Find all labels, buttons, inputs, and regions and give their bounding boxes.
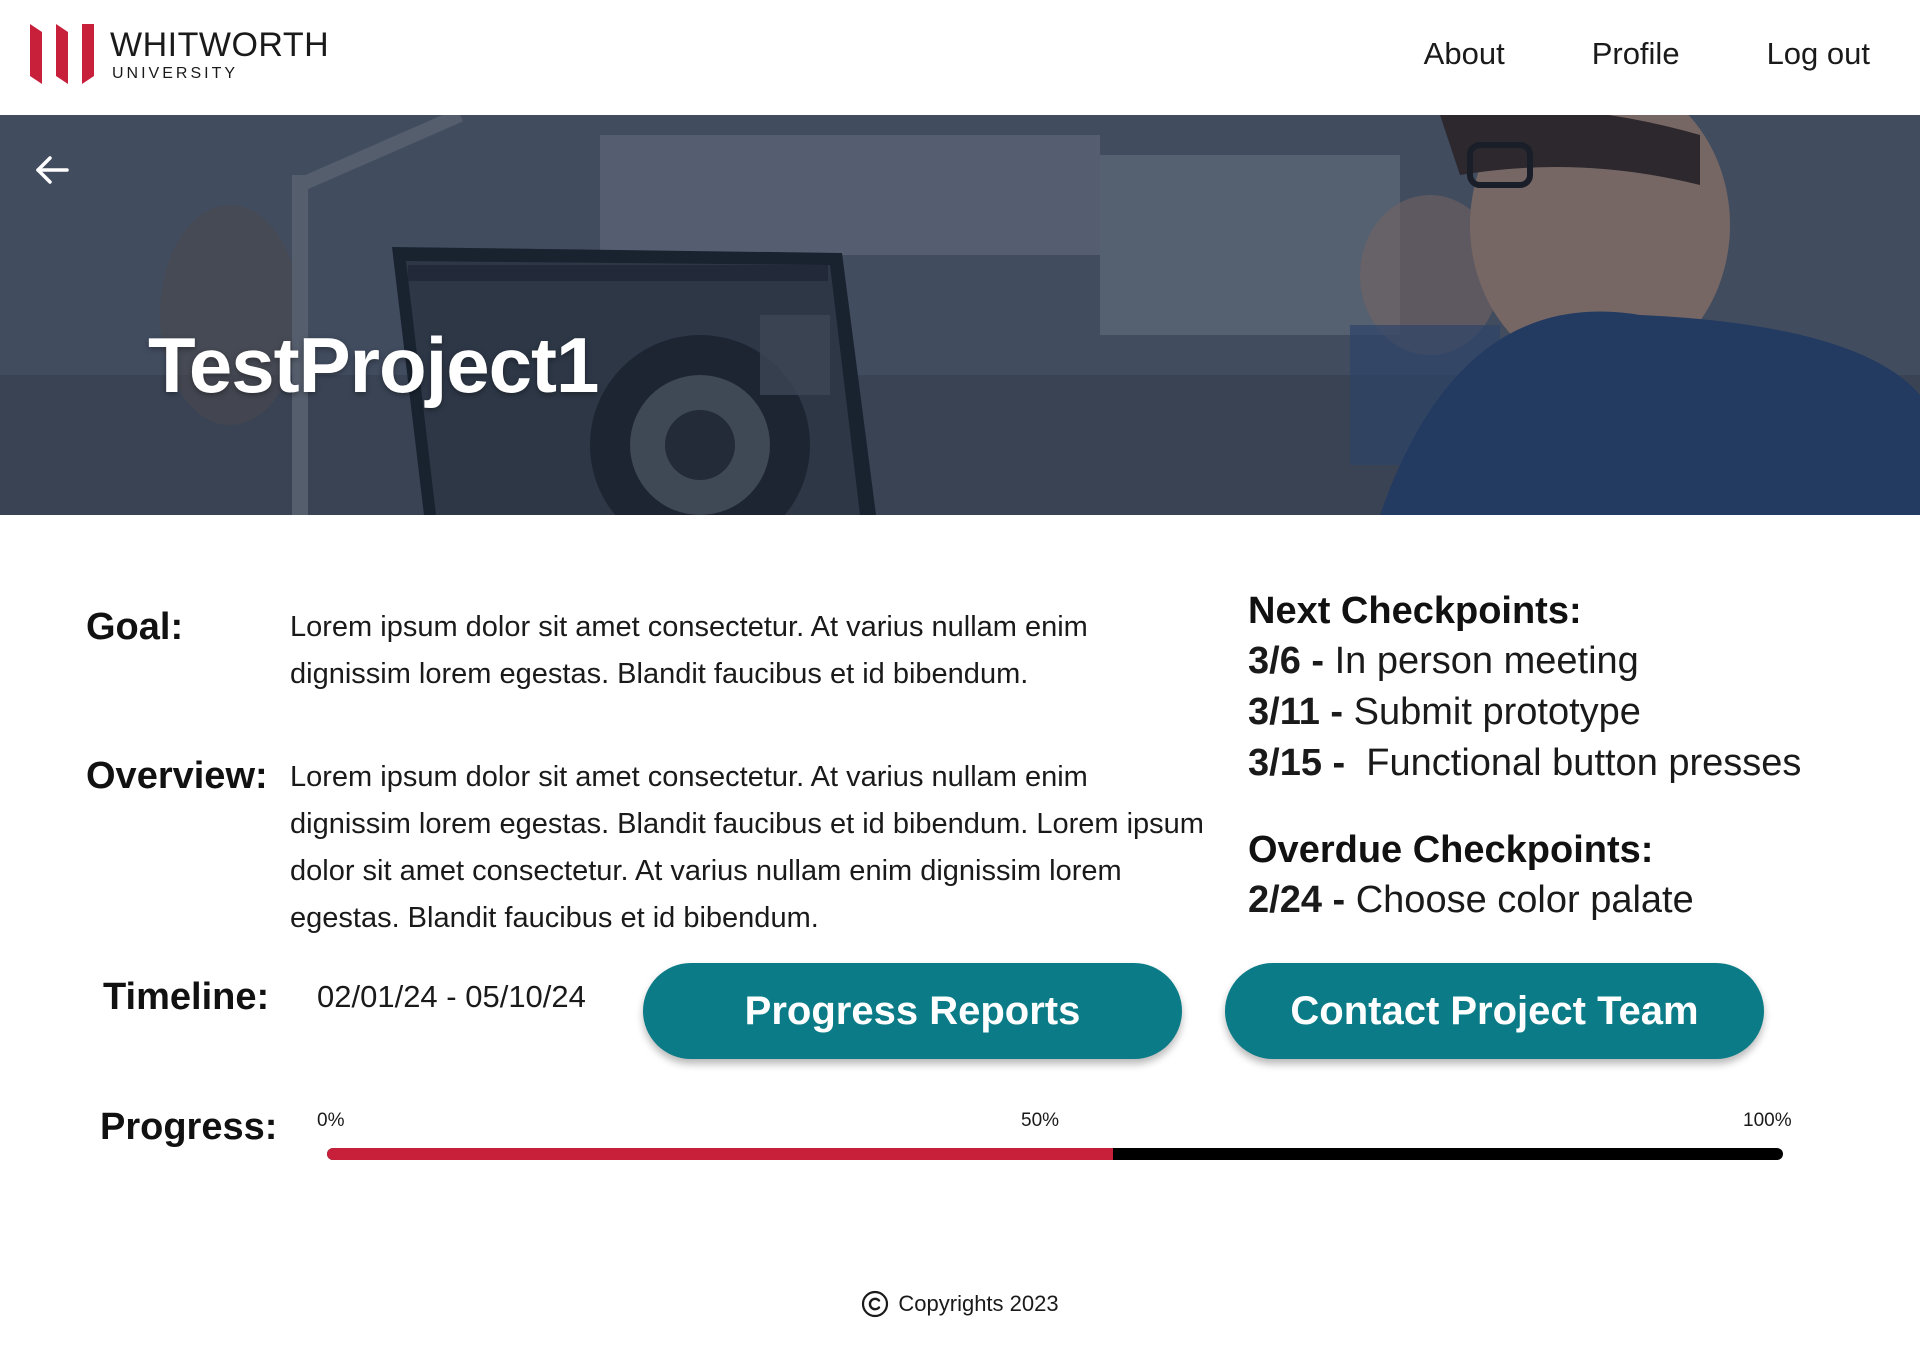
nav-links: About Profile Log out: [1337, 36, 1870, 72]
checkpoint-date: 3/11 -: [1248, 691, 1354, 733]
overdue-checkpoint-item: 2/24 - Choose color palate: [1248, 875, 1898, 926]
footer: Copyrights 2023: [0, 1290, 1920, 1318]
checkpoints-panel: Next Checkpoints: 3/6 - In person meetin…: [1248, 586, 1898, 926]
timeline-value: 02/01/24 - 05/10/24: [317, 979, 586, 1014]
goal-label: Goal:: [86, 606, 184, 648]
checkpoint-text: Submit prototype: [1353, 691, 1641, 733]
progress-label: Progress:: [100, 1106, 278, 1148]
project-title: TestProject1: [148, 321, 599, 409]
checkpoint-spacer: [1248, 789, 1898, 825]
hero-banner: TestProject1: [0, 115, 1920, 515]
hero-overlay: [0, 115, 1920, 515]
nav-about-link[interactable]: About: [1424, 36, 1505, 72]
logo-subtitle: UNIVERSITY: [112, 65, 239, 82]
checkpoint-item: 3/6 - In person meeting: [1248, 636, 1898, 687]
next-checkpoints-heading: Next Checkpoints:: [1248, 590, 1582, 632]
checkpoint-date: 3/15 -: [1248, 742, 1356, 784]
checkpoint-item: 3/15 - Functional button presses: [1248, 738, 1898, 789]
progress-tick-100: 100%: [1743, 1110, 1792, 1131]
copyright-icon: [862, 1290, 889, 1318]
nav-logout-link[interactable]: Log out: [1767, 36, 1870, 72]
top-navbar: WHITWORTH UNIVERSITY About Profile Log o…: [0, 0, 1920, 115]
checkpoint-item: 3/11 - Submit prototype: [1248, 687, 1898, 738]
contact-project-team-button[interactable]: Contact Project Team: [1225, 963, 1764, 1059]
whitworth-logo-icon: [30, 24, 94, 84]
progress-tick-50: 50%: [1021, 1110, 1060, 1131]
timeline-label: Timeline:: [103, 976, 270, 1018]
goal-text: Lorem ipsum dolor sit amet consectetur. …: [290, 611, 1088, 690]
nav-profile-link[interactable]: Profile: [1592, 36, 1680, 72]
logo-name: WHITWORTH: [110, 26, 330, 64]
copyright-text: Copyrights 2023: [898, 1291, 1059, 1316]
progress-bar-track: [327, 1148, 1783, 1160]
checkpoint-text: In person meeting: [1334, 640, 1639, 682]
checkpoint-text: Functional button presses: [1355, 742, 1802, 784]
checkpoint-text: Choose color palate: [1355, 879, 1694, 921]
progress-tick-0: 0%: [317, 1110, 345, 1131]
overdue-checkpoints-heading: Overdue Checkpoints:: [1248, 829, 1654, 871]
overview-text: Lorem ipsum dolor sit amet consectetur. …: [290, 761, 1204, 934]
arrow-left-icon[interactable]: [34, 152, 70, 188]
checkpoint-date: 3/6 -: [1248, 640, 1335, 682]
progress-reports-button[interactable]: Progress Reports: [643, 963, 1182, 1059]
university-logo[interactable]: WHITWORTH UNIVERSITY: [30, 24, 329, 88]
checkpoint-date: 2/24 -: [1248, 879, 1356, 921]
progress-bar-fill: [327, 1148, 1114, 1160]
overview-label: Overview:: [86, 755, 268, 797]
